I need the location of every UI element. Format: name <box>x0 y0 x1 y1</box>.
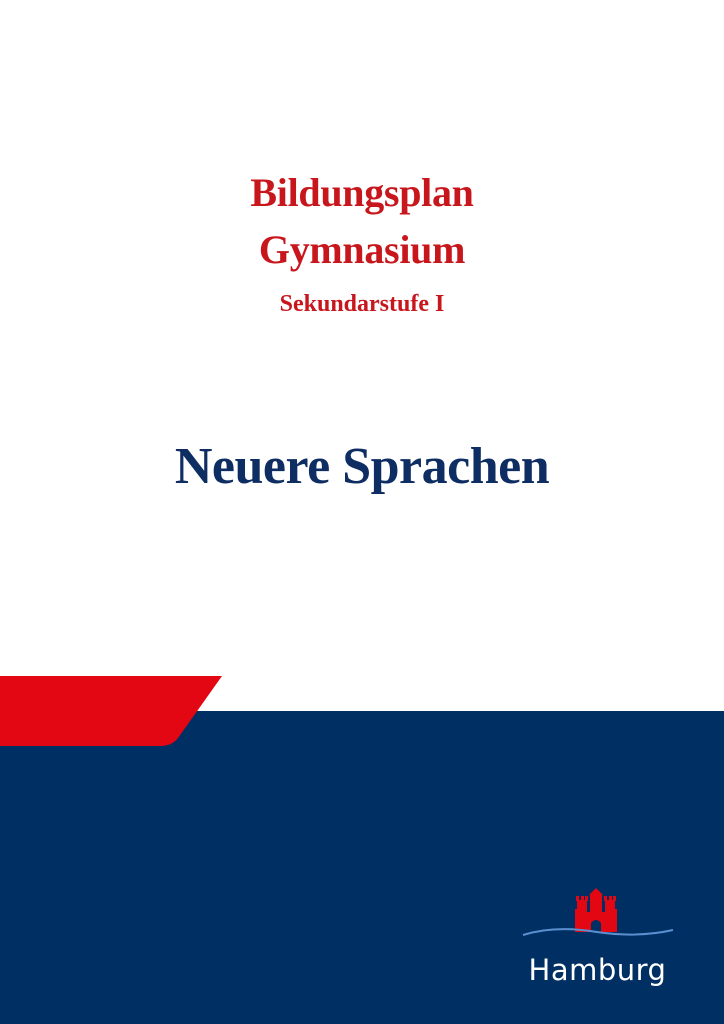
red-accent-tab <box>0 676 222 746</box>
document-cover: Bildungsplan Gymnasium Sekundarstufe I N… <box>0 0 724 1024</box>
title-line-2: Gymnasium <box>258 227 466 272</box>
title-line-1: Bildungsplan <box>250 170 474 215</box>
hamburg-wordmark: Hamburg <box>528 953 667 987</box>
subtitle: Sekundarstufe I <box>279 291 445 317</box>
subject-title: Neuere Sprachen <box>174 438 550 495</box>
